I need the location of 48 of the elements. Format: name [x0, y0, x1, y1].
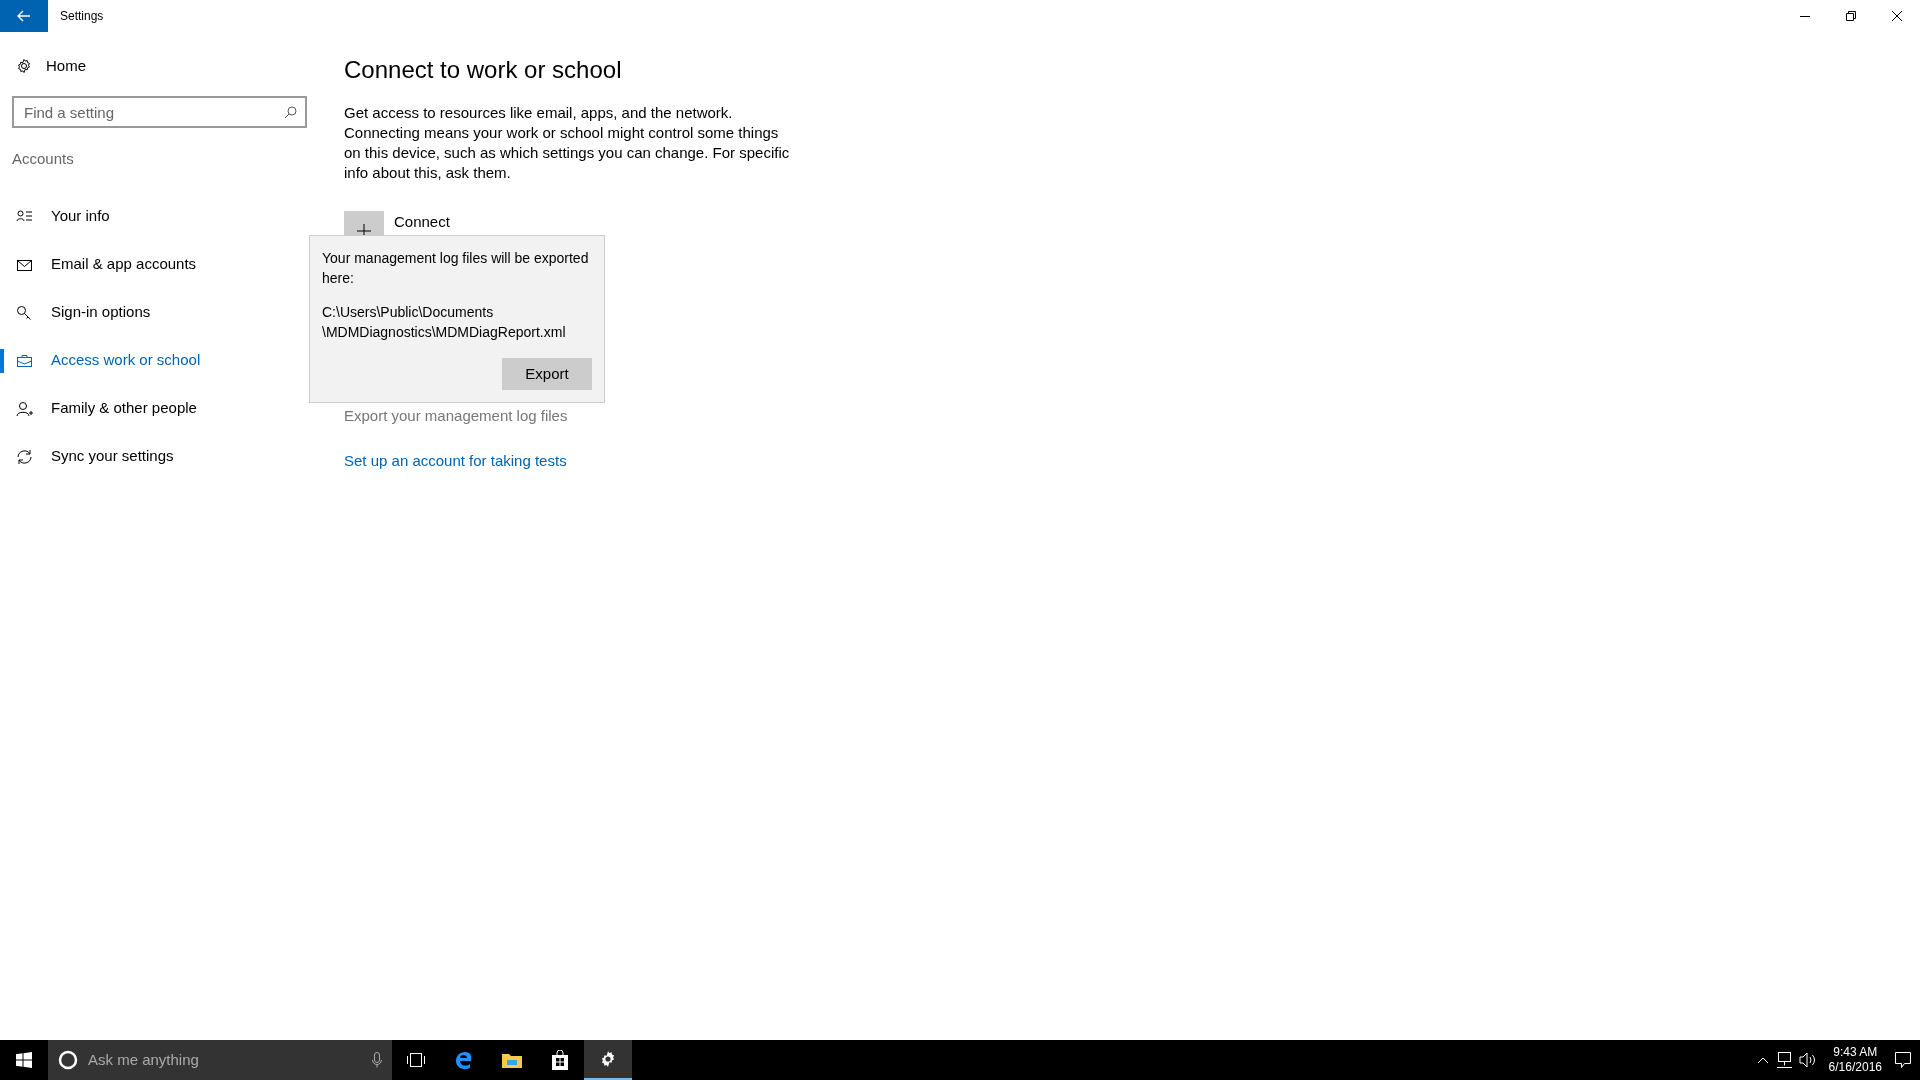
connect-label[interactable]: Connect: [394, 212, 450, 231]
back-button[interactable]: [0, 0, 48, 32]
test-account-link[interactable]: Set up an account for taking tests: [344, 449, 567, 473]
close-icon: [1892, 11, 1902, 21]
back-arrow-icon: [17, 10, 31, 22]
time-text: 9:43 AM: [1832, 1045, 1879, 1060]
nav-item[interactable]: Family & other people: [0, 384, 300, 433]
flyout-message: Your management log files will be exported here:: [322, 249, 590, 288]
description-text: Get access to resources like email, apps, and the network. Connecting means your work or school might control some things on this device, such as which settings you can change. For specific info about this, ask them.: [344, 102, 791, 183]
nav-item[interactable]: Your info: [0, 192, 300, 241]
e-letter-icon: [454, 1050, 474, 1070]
folder-icon: [502, 1052, 522, 1068]
date-text: 6/16/2016: [1828, 1060, 1882, 1075]
gear-icon: [16, 58, 32, 74]
key-icon: [16, 304, 33, 321]
file-path-text: C:\Users\Public\Documents: [322, 303, 495, 322]
nav-item[interactable]: Sync your settings: [0, 432, 300, 481]
home-link[interactable]: Home: [0, 50, 102, 82]
chevron-up-icon[interactable]: [1756, 1056, 1769, 1064]
microphone-icon: [372, 1052, 382, 1068]
network-icon[interactable]: [1774, 1052, 1793, 1068]
task-view-icon: [406, 1052, 426, 1068]
sync-icon: [16, 448, 33, 465]
ring-icon: [58, 1050, 78, 1070]
plus-icon: [357, 223, 371, 238]
clock[interactable]: 9:43 AM 6/16/2016: [1822, 1045, 1888, 1075]
restore-icon: [1846, 11, 1856, 21]
person-add-icon: [16, 400, 33, 417]
notification-icon[interactable]: [1894, 1051, 1912, 1069]
export-logs-link[interactable]: Export your management log files: [344, 404, 568, 428]
file-path-text: \MDMDiagnostics\MDMDiagReport.xml: [322, 323, 567, 342]
shopping-bag-icon: [551, 1050, 569, 1070]
settings-icon: [599, 1050, 617, 1068]
nav-item[interactable]: Email & app accounts: [0, 240, 300, 289]
windows-logo-icon: [16, 1052, 32, 1068]
briefcase-icon: [16, 352, 33, 369]
nav-item[interactable]: Sign-in options: [0, 288, 300, 337]
search-field[interactable]: Ask me anything: [86, 1047, 364, 1073]
export-button[interactable]: Export: [502, 358, 592, 390]
taskbar-app-button[interactable]: [584, 1040, 632, 1080]
search-icon: [284, 106, 297, 119]
page-title: Connect to work or school: [344, 56, 623, 85]
search-bar[interactable]: Ask me anything: [48, 1040, 392, 1080]
search-field[interactable]: Find a setting: [12, 96, 307, 128]
nav-item[interactable]: Access work or school: [0, 336, 300, 385]
window-title: Settings: [60, 8, 104, 25]
section-heading: Accounts: [11, 149, 75, 169]
speaker-icon[interactable]: [1798, 1052, 1817, 1068]
